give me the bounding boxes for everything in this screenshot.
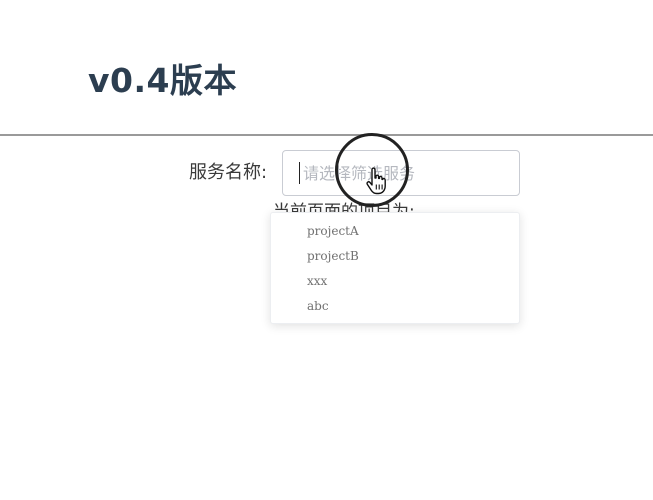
dropdown-option-xxx[interactable]: xxx [271, 269, 519, 294]
service-select-input[interactable] [282, 150, 520, 196]
dropdown-option-projectb[interactable]: projectB [271, 244, 519, 269]
header-divider [0, 134, 653, 136]
service-dropdown-menu: projectA projectB xxx abc [270, 212, 520, 324]
dropdown-option-abc[interactable]: abc [271, 294, 519, 319]
dropdown-option-projecta[interactable]: projectA [271, 219, 519, 244]
service-name-label: 服务名称: [189, 162, 268, 183]
text-caret [299, 162, 300, 184]
page: v0.4版本 服务名称: 当前页面的项目为: projectA projectB… [0, 0, 653, 500]
page-title: v0.4版本 [88, 61, 237, 100]
